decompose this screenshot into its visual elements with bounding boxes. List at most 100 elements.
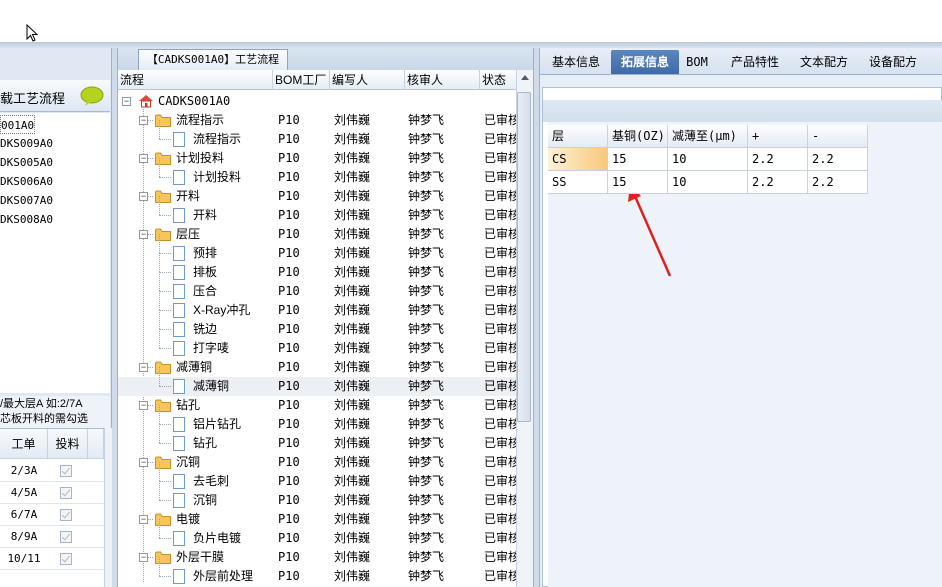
feed-checkbox[interactable] (60, 509, 72, 521)
right-splitter[interactable] (533, 48, 540, 587)
left-list-item[interactable]: DKS007A0 (0, 191, 53, 210)
process-row[interactable]: 铣边 P10 刘伟巍 钟梦飞 已审核 (118, 310, 516, 339)
process-row[interactable]: − 层压 P10 刘伟巍 钟梦飞 已审核 (118, 225, 516, 244)
tab-process-flow[interactable]: 【CADKS001A0】工艺流程 (138, 49, 288, 70)
collapse-toggle-icon[interactable]: − (139, 458, 148, 467)
grid-header-feed[interactable]: 投料 (48, 429, 88, 459)
status-cell: 已审核 (484, 512, 516, 526)
process-row[interactable]: − 开料 P10 刘伟巍 钟梦飞 已审核 (118, 187, 516, 206)
tab-product-features[interactable]: 产品特性 (723, 50, 787, 74)
process-row[interactable]: 预排 P10 刘伟巍 钟梦飞 已审核 (118, 234, 516, 263)
tree-root-row[interactable]: − CADKS001A0 (118, 92, 516, 111)
feed-checkbox[interactable] (60, 553, 72, 565)
collapse-toggle-icon[interactable]: − (139, 401, 148, 410)
process-name: 流程指示 (193, 132, 242, 146)
grid-cell-plus[interactable]: 2.2 (748, 171, 808, 194)
col-header-process[interactable]: 流程 (118, 70, 273, 90)
reviewer-cell: 钟梦飞 (408, 189, 445, 203)
process-row[interactable]: − 计划投料 P10 刘伟巍 钟梦飞 已审核 (118, 149, 516, 168)
tab-text-recipe[interactable]: 文本配方 (792, 50, 856, 74)
process-row[interactable]: 打字唛 P10 刘伟巍 钟梦飞 已审核 (118, 329, 516, 358)
workorder-row[interactable]: 4/5A (0, 482, 104, 504)
workorder-row[interactable]: 2/3A (0, 460, 104, 482)
process-row[interactable]: − 流程指示 P10 刘伟巍 钟梦飞 已审核 (118, 111, 516, 130)
tree-line (159, 443, 171, 444)
grid-cell-base-copper[interactable]: 15 (608, 171, 668, 194)
grid-cell-minus[interactable]: 2.2 (808, 171, 868, 194)
left-list-item[interactable]: DKS009A0 (0, 134, 53, 153)
process-row[interactable]: 钻孔 P10 刘伟巍 钟梦飞 已审核 (118, 424, 516, 453)
tab-extended-info[interactable]: 拓展信息 (611, 50, 679, 74)
scroll-up-icon[interactable] (520, 73, 530, 81)
left-list-item[interactable]: DKS005A0 (0, 153, 53, 172)
middle-scroll-thumb[interactable] (517, 92, 531, 422)
process-row[interactable]: 排板 P10 刘伟巍 钟梦飞 已审核 (118, 253, 516, 282)
feed-checkbox[interactable] (60, 531, 72, 543)
process-row[interactable]: − 减薄铜 P10 刘伟巍 钟梦飞 已审核 (118, 358, 516, 377)
document-icon (173, 569, 185, 584)
left-grid-scrollbar[interactable] (104, 428, 112, 587)
grid-cell-layer[interactable]: CS (548, 148, 608, 171)
process-row[interactable]: − 电镀 P10 刘伟巍 钟梦飞 已审核 (118, 510, 516, 529)
left-list-item[interactable]: DKS008A0 (0, 210, 53, 229)
process-row[interactable]: 负片电镀 P10 刘伟巍 钟梦飞 已审核 (118, 519, 516, 548)
folder-icon (155, 513, 171, 526)
process-row[interactable]: − 外层干膜 P10 刘伟巍 钟梦飞 已审核 (118, 548, 516, 567)
left-list-item[interactable]: 001A0 (0, 115, 36, 134)
collapse-toggle-icon[interactable]: − (139, 116, 148, 125)
grid-header-layer[interactable]: 层 (548, 125, 608, 148)
tab-bom[interactable]: BOM (682, 50, 712, 74)
left-list-item[interactable]: DKS006A0 (0, 172, 53, 191)
grid-cell-thin-to[interactable]: 10 (668, 148, 748, 171)
collapse-toggle-icon[interactable]: − (139, 154, 148, 163)
process-row[interactable]: 开料 P10 刘伟巍 钟梦飞 已审核 (118, 196, 516, 225)
workorder-row[interactable]: 6/7A (0, 504, 104, 526)
col-header-reviewer[interactable]: 核审人 (405, 70, 480, 90)
reviewer-cell: 钟梦飞 (408, 379, 445, 393)
grid-header-base-copper[interactable]: 基铜(OZ) (608, 125, 668, 148)
bom-factory-cell: P10 (278, 474, 300, 488)
grid-header-workorder[interactable]: 工单 (0, 429, 48, 459)
grid-cell-layer[interactable]: SS (548, 171, 608, 194)
feed-checkbox[interactable] (60, 487, 72, 499)
collapse-toggle-icon[interactable]: − (139, 553, 148, 562)
workorder-row[interactable]: 10/11 (0, 548, 104, 570)
grid-cell-thin-to[interactable]: 10 (668, 171, 748, 194)
process-name: 开料 (193, 208, 218, 222)
collapse-toggle-icon[interactable]: − (122, 97, 131, 106)
col-header-writer[interactable]: 编写人 (330, 70, 405, 90)
process-row[interactable]: 沉铜 P10 刘伟巍 钟梦飞 已审核 (118, 481, 516, 510)
feed-checkbox[interactable] (60, 465, 72, 477)
process-row[interactable]: − 钻孔 P10 刘伟巍 钟梦飞 已审核 (118, 396, 516, 415)
status-cell: 已审核 (484, 208, 516, 222)
col-header-status[interactable]: 状态 (480, 70, 516, 90)
process-row[interactable]: 流程指示 P10 刘伟巍 钟梦飞 已审核 (118, 120, 516, 149)
grid-header-thin-to[interactable]: 减薄至(μm) (668, 125, 748, 148)
grid-cell-plus[interactable]: 2.2 (748, 148, 808, 171)
grid-cell-minus[interactable]: 2.2 (808, 148, 868, 171)
collapse-toggle-icon[interactable]: − (139, 515, 148, 524)
process-row[interactable]: 减薄铜 P10 刘伟巍 钟梦飞 已审核 (118, 367, 516, 396)
grid-header-plus[interactable]: + (748, 125, 808, 148)
tab-equipment-recipe[interactable]: 设备配方 (861, 50, 925, 74)
grid-cell-base-copper[interactable]: 15 (608, 148, 668, 171)
process-row[interactable]: 外层前处理 P10 刘伟巍 钟梦飞 已审核 (118, 557, 516, 586)
status-cell: 已审核 (484, 474, 516, 488)
process-row[interactable]: 计划投料 P10 刘伟巍 钟梦飞 已审核 (118, 158, 516, 187)
process-row[interactable]: X-Ray冲孔 P10 刘伟巍 钟梦飞 已审核 (118, 291, 516, 320)
speech-bubble-icon[interactable] (80, 86, 104, 106)
left-note: /最大层A 如:2/7A 芯板开料的需勾选 (0, 396, 110, 428)
collapse-toggle-icon[interactable]: − (139, 363, 148, 372)
process-row[interactable]: 铝片钻孔 P10 刘伟巍 钟梦飞 已审核 (118, 405, 516, 434)
collapse-toggle-icon[interactable]: − (139, 192, 148, 201)
tree-line (159, 348, 171, 349)
process-row[interactable]: 去毛刺 P10 刘伟巍 钟梦飞 已审核 (118, 462, 516, 491)
grid-header-minus[interactable]: - (808, 125, 868, 148)
tree-line (159, 481, 160, 500)
process-row[interactable]: 压合 P10 刘伟巍 钟梦飞 已审核 (118, 272, 516, 301)
col-header-bom-factory[interactable]: BOM工厂 (273, 70, 330, 90)
collapse-toggle-icon[interactable]: − (139, 230, 148, 239)
process-row[interactable]: − 沉铜 P10 刘伟巍 钟梦飞 已审核 (118, 453, 516, 472)
workorder-row[interactable]: 8/9A (0, 526, 104, 548)
tab-basic-info[interactable]: 基本信息 (546, 50, 606, 74)
